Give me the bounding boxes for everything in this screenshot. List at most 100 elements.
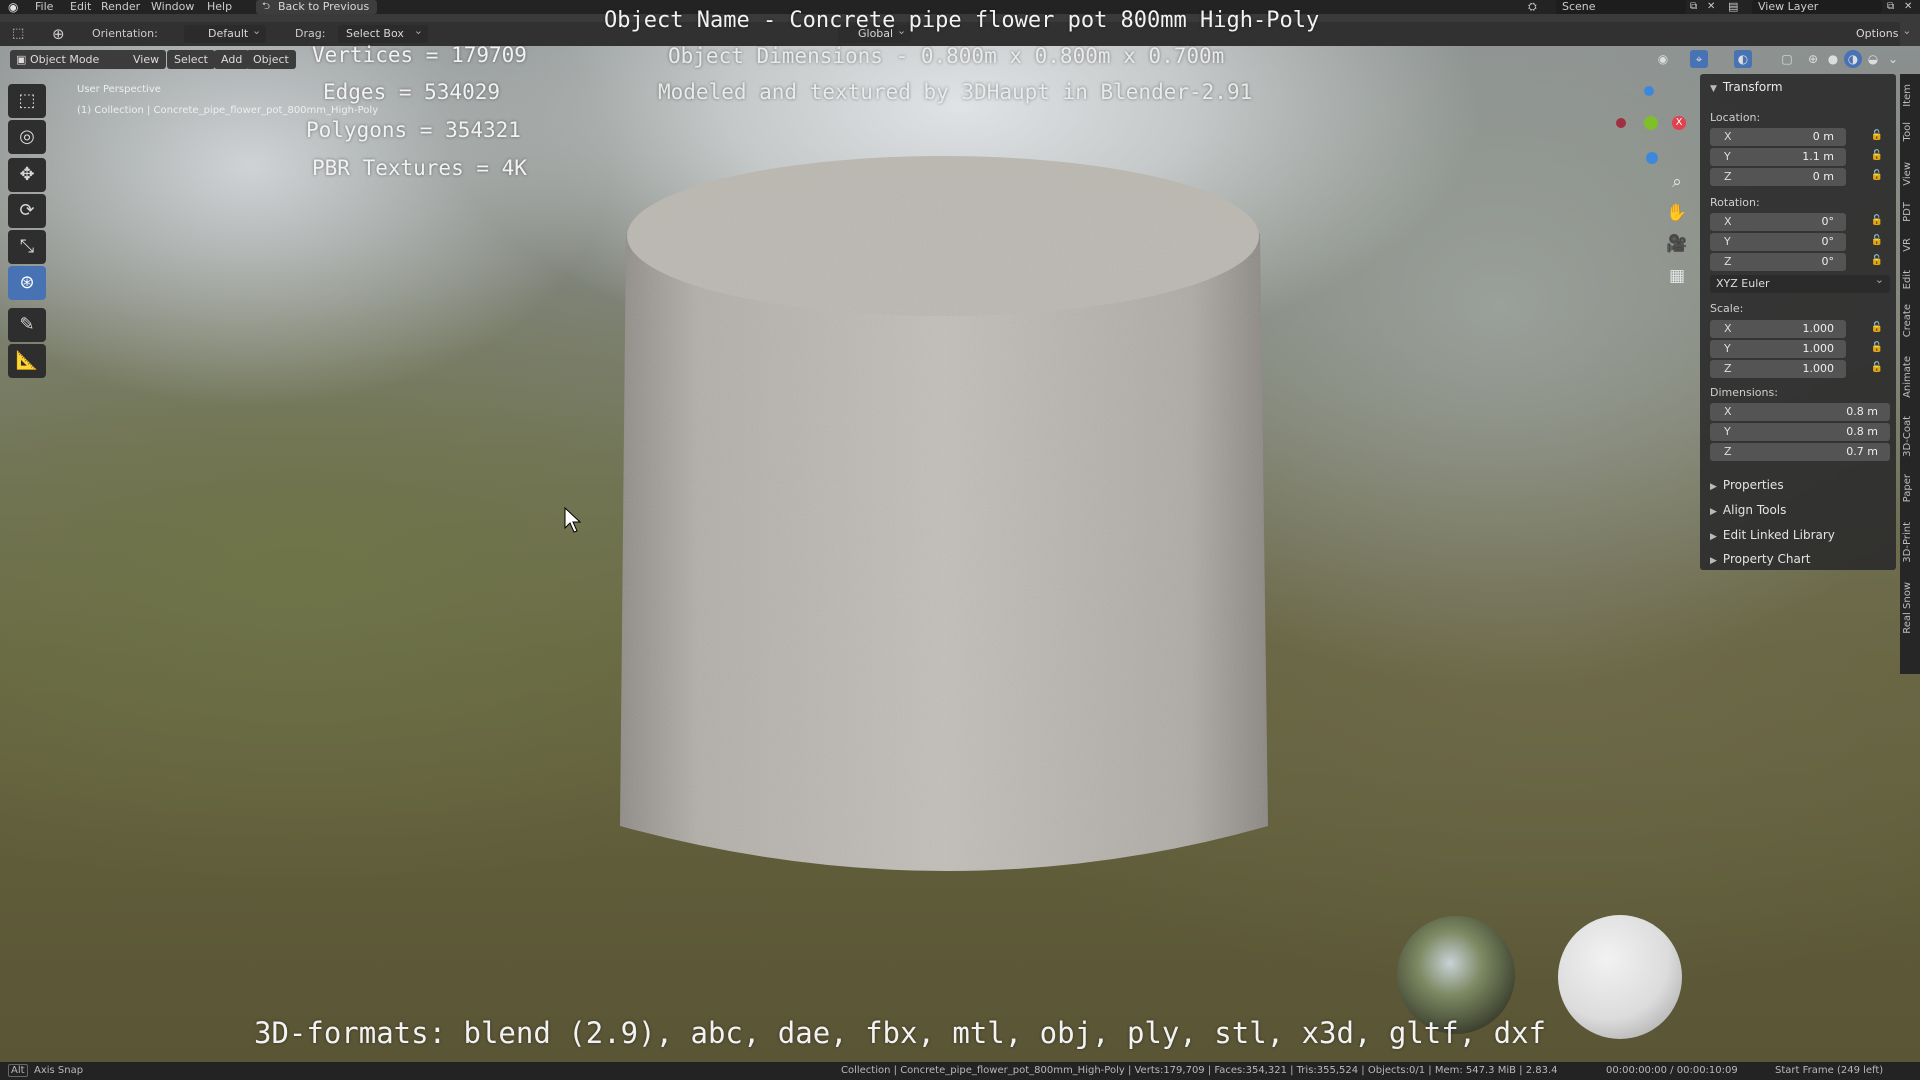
collapse-arrow-icon: ▼ xyxy=(1710,84,1717,94)
lock-icon[interactable]: 🔓 xyxy=(1870,130,1884,144)
location-z-field[interactable]: Z 0 m xyxy=(1710,168,1846,186)
flower-pot-mesh xyxy=(620,156,1268,871)
menu-render[interactable]: Render xyxy=(101,0,140,14)
menu-view[interactable]: View xyxy=(126,50,167,69)
measure-tool-icon[interactable]: 📐 xyxy=(8,344,46,378)
transform-tool-icon[interactable]: ⊛ xyxy=(8,266,46,300)
scene-selector[interactable]: Scene xyxy=(1556,0,1686,14)
lock-icon[interactable]: 🔓 xyxy=(1870,170,1884,184)
edit-linked-library-panel-header[interactable]: ▶ Edit Linked Library xyxy=(1710,528,1835,542)
tab-create[interactable]: Create xyxy=(1902,304,1918,337)
xray-icon[interactable]: ▢ xyxy=(1778,50,1796,68)
status-bar: Alt Axis Snap Collection | Concrete_pipe… xyxy=(0,1062,1920,1080)
cursor-tool-icon[interactable]: ◎ xyxy=(8,120,46,154)
gizmo-y-axis[interactable] xyxy=(1644,116,1658,130)
overlays-toggle-icon[interactable]: ◐ xyxy=(1734,50,1752,68)
ortho-grid-icon[interactable]: ▦ xyxy=(1662,262,1692,290)
gizmo-toggle-icon[interactable]: ⌖ xyxy=(1690,50,1708,68)
dimensions-x-field[interactable]: X 0.8 m xyxy=(1710,403,1890,421)
overlay-vertices: Vertices = 179709 xyxy=(312,43,527,67)
view-layer-name: View Layer xyxy=(1758,0,1819,13)
menu-add[interactable]: Add xyxy=(214,50,250,69)
tab-view[interactable]: View xyxy=(1902,162,1918,186)
scale-z-field[interactable]: Z 1.000 xyxy=(1710,360,1846,378)
wireframe-shading-icon[interactable]: ⊕ xyxy=(1804,50,1822,68)
solid-shading-icon[interactable]: ● xyxy=(1824,50,1842,68)
align-tools-panel-header[interactable]: ▶ Align Tools xyxy=(1710,503,1786,517)
tab-item[interactable]: Item xyxy=(1902,84,1918,107)
navigation-gizmo[interactable]: X xyxy=(1612,82,1692,172)
scale-y-field[interactable]: Y 1.000 xyxy=(1710,340,1846,358)
view-layer-icon[interactable]: ▤ xyxy=(1728,0,1738,14)
tab-real-snow[interactable]: Real Snow xyxy=(1902,582,1918,634)
rotation-y-field[interactable]: Y 0° xyxy=(1710,233,1846,251)
view-layer-selector[interactable]: View Layer xyxy=(1752,0,1882,14)
blender-logo-icon[interactable]: ◉ xyxy=(8,0,24,14)
rotation-x-field[interactable]: X 0° xyxy=(1710,213,1846,231)
lock-icon[interactable]: 🔓 xyxy=(1870,322,1884,336)
menu-file[interactable]: File xyxy=(35,0,53,14)
lock-icon[interactable]: 🔓 xyxy=(1870,235,1884,249)
new-scene-icon[interactable]: ⧉ xyxy=(1690,0,1697,14)
transform-panel-header[interactable]: ▼ Transform xyxy=(1710,80,1783,94)
menu-help[interactable]: Help xyxy=(207,0,232,14)
dimensions-z-field[interactable]: Z 0.7 m xyxy=(1710,443,1890,461)
gizmo-neg-z-axis[interactable] xyxy=(1646,152,1658,164)
camera-view-icon[interactable]: 🎥 xyxy=(1662,230,1692,258)
location-y-field[interactable]: Y 1.1 m xyxy=(1710,148,1846,166)
tab-paper[interactable]: Paper xyxy=(1902,474,1918,502)
dimensions-y-field[interactable]: Y 0.8 m xyxy=(1710,423,1890,441)
expand-arrow-icon: ▶ xyxy=(1710,532,1717,542)
new-view-layer-icon[interactable]: ⧉ xyxy=(1887,0,1894,14)
tab-vr[interactable]: VR xyxy=(1902,238,1918,252)
menu-window[interactable]: Window xyxy=(151,0,194,14)
zoom-icon[interactable]: ⌕ xyxy=(1662,168,1692,196)
active-tool-icon[interactable]: ⊕ xyxy=(52,25,65,43)
gizmo-z-axis[interactable] xyxy=(1644,86,1654,96)
properties-panel-header[interactable]: ▶ Properties xyxy=(1710,478,1784,492)
object-mode-label: Object Mode xyxy=(30,53,100,66)
tab-3d-print[interactable]: 3D-Print xyxy=(1902,522,1918,563)
drag-dropdown[interactable]: Select Box xyxy=(338,22,428,43)
rotation-z-field[interactable]: Z 0° xyxy=(1710,253,1846,271)
annotate-tool-icon[interactable]: ✎ xyxy=(8,308,46,342)
pan-hand-icon[interactable]: ✋ xyxy=(1662,199,1692,227)
lock-icon[interactable]: 🔓 xyxy=(1870,255,1884,269)
gizmo-neg-x-axis[interactable] xyxy=(1616,118,1626,128)
tab-animate[interactable]: Animate xyxy=(1902,356,1918,398)
delete-scene-icon[interactable]: ✕ xyxy=(1707,0,1715,14)
3d-viewport[interactable] xyxy=(0,46,1920,1062)
back-to-previous-button[interactable]: ⮌ Back to Previous xyxy=(256,0,378,14)
lock-icon[interactable]: 🔓 xyxy=(1870,150,1884,164)
scale-tool-icon[interactable]: ⤡ xyxy=(8,230,46,264)
options-dropdown[interactable]: Options xyxy=(1848,22,1916,43)
tab-tool[interactable]: Tool xyxy=(1902,122,1918,141)
orientation-dropdown[interactable]: Default xyxy=(184,22,267,43)
menu-select[interactable]: Select xyxy=(167,50,215,69)
delete-view-layer-icon[interactable]: ✕ xyxy=(1904,0,1912,14)
scale-x-field[interactable]: X 1.000 xyxy=(1710,320,1846,338)
object-mode-dropdown[interactable]: ▣ Object Mode xyxy=(10,50,137,69)
menu-edit[interactable]: Edit xyxy=(70,0,91,14)
visibility-icon[interactable]: ◉ xyxy=(1654,50,1672,68)
move-tool-icon[interactable]: ✥ xyxy=(8,158,46,192)
tab-pdt[interactable]: PDT xyxy=(1902,202,1918,222)
tab-edit[interactable]: Edit xyxy=(1902,270,1918,289)
location-x-field[interactable]: X 0 m xyxy=(1710,128,1846,146)
lock-icon[interactable]: 🔓 xyxy=(1870,342,1884,356)
gizmo-x-axis[interactable]: X xyxy=(1672,116,1686,130)
lock-icon[interactable]: 🔓 xyxy=(1870,215,1884,229)
editor-type-icon[interactable]: ⬚ xyxy=(12,26,24,41)
rotation-mode-dropdown[interactable]: XYZ Euler xyxy=(1710,273,1890,293)
material-shading-icon[interactable]: ◑ xyxy=(1844,50,1862,68)
shading-options-icon[interactable]: ⌄ xyxy=(1884,50,1902,68)
timecode: 00:00:00:00 / 00:00:10:09 xyxy=(1606,1065,1738,1076)
tab-3d-coat[interactable]: 3D-Coat xyxy=(1902,416,1918,457)
rotate-tool-icon[interactable]: ⟳ xyxy=(8,194,46,228)
scene-icon[interactable]: ⛭ xyxy=(1528,0,1537,14)
select-box-tool-icon[interactable]: ⬚ xyxy=(8,84,46,118)
menu-object[interactable]: Object xyxy=(246,50,296,69)
property-chart-panel-header[interactable]: ▶ Property Chart xyxy=(1710,552,1811,566)
lock-icon[interactable]: 🔓 xyxy=(1870,362,1884,376)
rendered-shading-icon[interactable]: ◒ xyxy=(1864,50,1882,68)
